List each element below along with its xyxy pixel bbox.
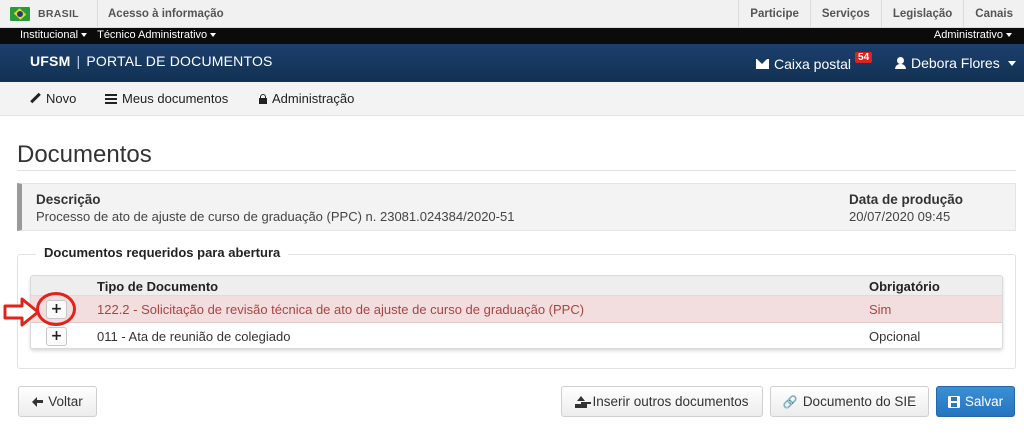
gov-link-canais[interactable]: Canais (963, 0, 1024, 28)
portal-brand[interactable]: UFSM | PORTAL DE DOCUMENTOS (30, 53, 273, 69)
back-button-label: Voltar (48, 394, 83, 409)
user-name: Debora Flores (911, 55, 1000, 71)
sie-document-button[interactable]: 🔗 Documento do SIE (770, 386, 929, 417)
access-info-link[interactable]: Acesso à informação (108, 0, 224, 28)
table-row: + 011 - Ata de reunião de colegiado Opci… (31, 323, 1002, 348)
back-button[interactable]: Voltar (18, 386, 97, 417)
description-label: Descrição (36, 192, 101, 207)
chevron-down-icon (210, 33, 217, 38)
app-header: UFSM | PORTAL DE DOCUMENTOS Caixa postal 5… (0, 44, 1024, 82)
doc-type-cell: 011 - Ata de reunião de colegiado (97, 329, 291, 344)
gov-link-servicos[interactable]: Serviços (809, 0, 881, 28)
mailbox-link[interactable]: Caixa postal 54 (756, 51, 873, 72)
add-document-button[interactable]: + (46, 327, 67, 346)
brasil-label: BRASIL (38, 8, 79, 20)
required-cell: Sim (869, 302, 892, 317)
menu-my-documents-label: Meus documentos (122, 91, 229, 106)
link-icon: 🔗 (782, 394, 798, 409)
administrativo-label: Administrativo (933, 29, 1003, 41)
administrativo-menu[interactable]: Administrativo (934, 29, 1012, 41)
table-row: + 122.2 - Solicitação de revisão técnica… (31, 296, 1002, 323)
chevron-down-icon (1006, 33, 1012, 38)
production-date-label: Data de produção (849, 192, 964, 207)
mail-count-badge: 54 (855, 51, 873, 63)
description-panel: Descrição Processo de ato de ajuste de c… (17, 183, 1016, 231)
brand-title: PORTAL DE DOCUMENTOS (86, 53, 273, 69)
lock-icon (259, 93, 267, 104)
gov-bar: BRASIL Acesso à informação Participe Ser… (0, 0, 1024, 28)
institucional-menu[interactable]: Institucional (20, 29, 88, 41)
required-docs-legend: Documentos requeridos para abertura (36, 245, 289, 260)
user-menu[interactable]: Debora Flores (895, 55, 1016, 71)
brazil-flag-icon (10, 7, 30, 21)
description-value: Processo de ato de ajuste de curso de gr… (36, 209, 515, 224)
tecnico-admin-menu[interactable]: Técnico Administrativo (97, 29, 217, 41)
main-menu: Novo Meus documentos Administração (0, 82, 1024, 116)
chevron-down-icon (1007, 60, 1016, 66)
column-required: Obrigatório (869, 279, 940, 294)
annotation-circle (36, 292, 76, 326)
required-cell: Opcional (869, 329, 921, 344)
top-menu-bar: Institucional Técnico Administrativo Adm… (0, 28, 1024, 44)
brand-ufsm: UFSM (30, 53, 71, 69)
menu-my-documents[interactable]: Meus documentos (105, 91, 228, 106)
tecnico-admin-label: Técnico Administrativo (97, 29, 208, 41)
mailbox-label: Caixa postal (774, 56, 852, 72)
brand-separator: | (76, 53, 81, 69)
arrow-left-icon (32, 396, 44, 407)
sie-document-label: Documento do SIE (802, 394, 917, 409)
table-header: Tipo de Documento Obrigatório (31, 276, 1002, 296)
save-button[interactable]: Salvar (936, 386, 1015, 417)
production-date-value: 20/07/2020 09:45 (849, 209, 951, 224)
save-icon (947, 395, 960, 408)
save-button-label: Salvar (964, 394, 1004, 409)
required-docs-table: Tipo de Documento Obrigatório + 122.2 - … (30, 275, 1003, 349)
brasil-link[interactable]: BRASIL (0, 0, 98, 28)
insert-other-documents-label: Inserir outros documentos (592, 394, 749, 409)
menu-new[interactable]: Novo (30, 91, 76, 106)
doc-type-cell: 122.2 - Solicitação de revisão técnica d… (97, 302, 585, 317)
menu-administration-label: Administração (272, 91, 355, 106)
list-icon (105, 93, 117, 104)
menu-administration[interactable]: Administração (259, 91, 354, 106)
upload-icon (575, 395, 588, 408)
title-divider (17, 170, 1016, 171)
page-title: Documentos (17, 141, 152, 168)
insert-other-documents-button[interactable]: Inserir outros documentos (561, 386, 763, 417)
gov-links: Participe Serviços Legislação Canais (738, 0, 1024, 28)
pencil-icon (30, 93, 41, 104)
column-doc-type: Tipo de Documento (97, 279, 219, 294)
gov-link-legislacao[interactable]: Legislação (880, 0, 963, 28)
institucional-label: Institucional (20, 29, 79, 41)
envelope-icon (756, 59, 769, 69)
gov-link-participe[interactable]: Participe (738, 0, 810, 28)
chevron-down-icon (81, 33, 88, 38)
menu-new-label: Novo (46, 91, 77, 106)
user-icon (895, 57, 906, 69)
